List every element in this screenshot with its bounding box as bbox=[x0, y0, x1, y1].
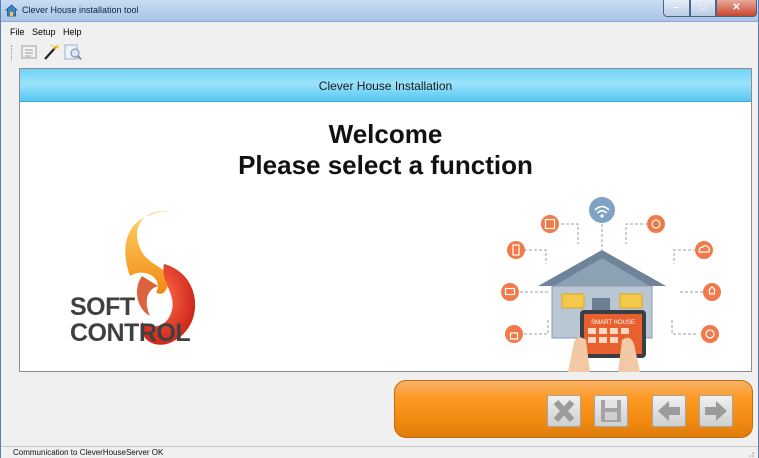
forward-button[interactable] bbox=[699, 395, 733, 427]
main-content-panel: Clever House Installation Welcome Please… bbox=[19, 68, 752, 372]
status-bar: Communication to CleverHouseServer OK bbox=[1, 446, 758, 458]
menu-bar: File Setup Help bbox=[1, 23, 758, 40]
menu-file[interactable]: File bbox=[10, 27, 25, 37]
toolbar bbox=[1, 41, 758, 63]
menu-setup[interactable]: Setup bbox=[32, 27, 56, 37]
magic-wand-icon[interactable] bbox=[42, 43, 60, 61]
menu-help[interactable]: Help bbox=[63, 27, 82, 37]
save-button[interactable] bbox=[594, 395, 628, 427]
list-icon[interactable] bbox=[20, 43, 38, 61]
back-arrow-icon bbox=[658, 401, 680, 421]
close-button[interactable]: ✕ bbox=[716, 0, 757, 17]
app-window: Clever House installation tool – □ ✕ Fil… bbox=[0, 0, 759, 458]
back-button[interactable] bbox=[652, 395, 686, 427]
maximize-button[interactable]: □ bbox=[690, 0, 716, 17]
logo-line-1: SOFT bbox=[70, 293, 135, 321]
logo-wordmark: SOFT CONTROL bbox=[70, 293, 191, 347]
logo-line-2: CONTROL bbox=[70, 319, 191, 347]
forward-arrow-icon bbox=[705, 401, 727, 421]
smart-house-illustration: SMART HOUSE bbox=[501, 197, 721, 372]
tablet-label: SMART HOUSE bbox=[591, 320, 635, 326]
save-icon bbox=[601, 400, 621, 422]
instruction-line: Please select a function bbox=[238, 150, 533, 180]
house-app-icon bbox=[5, 4, 18, 17]
resize-grip-icon[interactable] bbox=[746, 449, 754, 457]
cancel-button[interactable] bbox=[547, 395, 581, 427]
page-title: Clever House Installation bbox=[318, 79, 453, 93]
status-text: Communication to CleverHouseServer OK bbox=[13, 448, 164, 457]
title-bar[interactable]: Clever House installation tool – □ ✕ bbox=[1, 0, 758, 22]
welcome-heading: Welcome Please select a function bbox=[20, 119, 751, 181]
window-title: Clever House installation tool bbox=[22, 5, 139, 15]
action-panel bbox=[394, 380, 753, 438]
toolbar-grip[interactable] bbox=[11, 45, 14, 61]
cancel-icon bbox=[553, 400, 575, 422]
welcome-line: Welcome bbox=[328, 119, 443, 149]
minimize-button[interactable]: – bbox=[663, 0, 690, 17]
page-header: Clever House Installation bbox=[20, 69, 751, 102]
search-document-icon[interactable] bbox=[64, 43, 82, 61]
